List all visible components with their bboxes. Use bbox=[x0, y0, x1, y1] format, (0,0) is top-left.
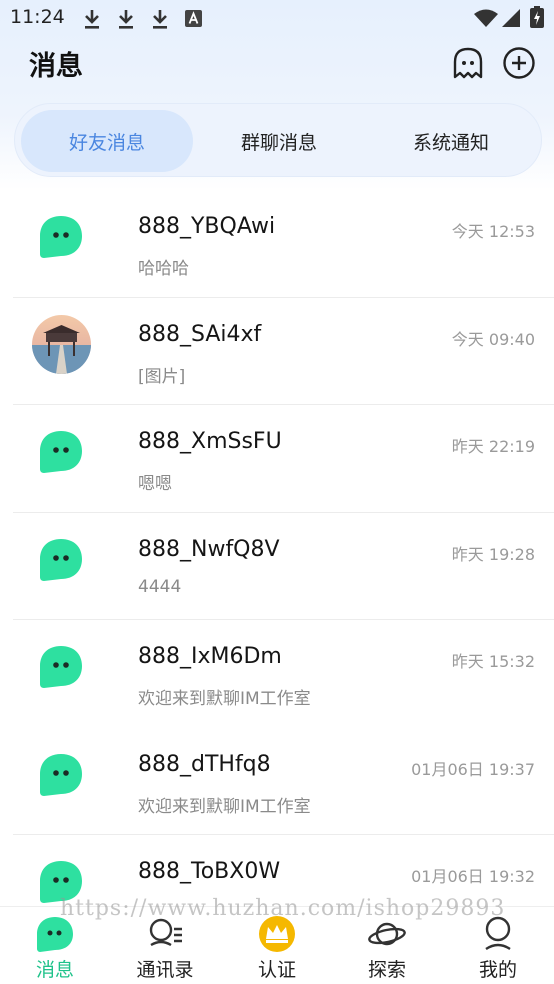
contact-name: 888_YBQAwi bbox=[138, 214, 276, 239]
message-time: 昨天 19:28 bbox=[451, 544, 535, 564]
message-list: 888_YBQAwi 哈哈哈 今天 12:53 888_SAi4xf [图片] … bbox=[0, 190, 554, 943]
nav-profile[interactable]: 我的 bbox=[453, 907, 543, 984]
download-icon bbox=[119, 10, 133, 29]
contact-name: 888_IxM6Dm bbox=[138, 644, 282, 669]
message-time: 昨天 15:32 bbox=[451, 652, 535, 671]
add-button[interactable] bbox=[502, 46, 536, 80]
chat-bubble-avatar bbox=[40, 216, 82, 258]
message-preview: [图片] bbox=[138, 366, 186, 387]
chat-bubble-avatar bbox=[40, 431, 82, 473]
list-item[interactable]: 888_NwfQ8V 4444 昨天 19:28 bbox=[0, 513, 554, 620]
message-tabs: 好友消息 群聊消息 系统通知 bbox=[14, 103, 542, 177]
message-preview: 嗯嗯 bbox=[138, 474, 172, 494]
photo-avatar bbox=[32, 314, 91, 374]
message-time: 昨天 22:19 bbox=[451, 437, 535, 456]
add-circle-icon bbox=[503, 47, 535, 79]
bottom-nav: 消息 通讯录 认证 探索 我的 bbox=[0, 906, 554, 984]
contact-name: 888_SAi4xf bbox=[138, 321, 262, 347]
chat-bubble-avatar bbox=[40, 538, 82, 581]
message-time: 01月06日 19:32 bbox=[411, 867, 535, 886]
message-preview: 欢迎来到默聊IM工作室 bbox=[138, 689, 311, 709]
status-bar: 11:24 bbox=[0, 0, 554, 36]
nav-label: 我的 bbox=[478, 959, 517, 981]
tab-friend-messages[interactable]: 好友消息 bbox=[21, 110, 193, 172]
planet-icon bbox=[368, 922, 406, 946]
download-icon bbox=[85, 10, 99, 29]
download-icon bbox=[153, 10, 167, 29]
profile-icon bbox=[485, 916, 511, 951]
battery-charging-icon bbox=[530, 6, 544, 28]
list-item[interactable]: 888_IxM6Dm 欢迎来到默聊IM工作室 昨天 15:32 bbox=[0, 620, 554, 728]
nav-label: 探索 bbox=[367, 959, 406, 981]
chat-bubble-avatar bbox=[40, 646, 82, 688]
message-preview: 欢迎来到默聊IM工作室 bbox=[138, 796, 311, 817]
list-item[interactable]: 888_XmSsFU 嗯嗯 昨天 22:19 bbox=[0, 405, 554, 513]
page-title: 消息 bbox=[29, 51, 83, 82]
nav-label: 认证 bbox=[257, 959, 296, 981]
contact-name: 888_NwfQ8V bbox=[138, 536, 280, 562]
chat-bubble-icon bbox=[37, 917, 73, 952]
status-time: 11:24 bbox=[10, 6, 65, 28]
nav-messages[interactable]: 消息 bbox=[10, 907, 100, 984]
nav-contacts[interactable]: 通讯录 bbox=[120, 907, 210, 984]
nav-label: 通讯录 bbox=[136, 959, 194, 981]
list-item[interactable]: 888_YBQAwi 哈哈哈 今天 12:53 bbox=[0, 190, 554, 298]
contacts-icon bbox=[149, 918, 182, 947]
contact-name: 888_XmSsFU bbox=[138, 429, 282, 454]
tab-system-notifications[interactable]: 系统通知 bbox=[365, 110, 537, 172]
message-time: 01月06日 19:37 bbox=[411, 759, 535, 779]
font-app-icon bbox=[185, 10, 202, 27]
chat-bubble-avatar bbox=[40, 861, 82, 903]
ghost-icon bbox=[453, 47, 483, 79]
tab-group-messages[interactable]: 群聊消息 bbox=[193, 110, 365, 172]
nav-label: 消息 bbox=[35, 959, 74, 981]
list-item[interactable]: 888_dTHfq8 欢迎来到默聊IM工作室 01月06日 19:37 bbox=[0, 728, 554, 835]
cell-signal-icon bbox=[502, 9, 520, 27]
message-preview: 4444 bbox=[138, 576, 182, 597]
nav-explore[interactable]: 探索 bbox=[342, 907, 432, 984]
contact-name: 888_ToBX0W bbox=[138, 859, 281, 884]
list-item[interactable]: 888_SAi4xf [图片] 今天 09:40 bbox=[0, 298, 554, 405]
message-time: 今天 09:40 bbox=[451, 329, 535, 349]
contact-name: 888_dTHfq8 bbox=[138, 751, 271, 777]
crown-icon bbox=[259, 916, 295, 952]
wifi-icon bbox=[474, 9, 498, 27]
chat-bubble-avatar bbox=[40, 753, 82, 796]
ghost-button[interactable] bbox=[451, 46, 485, 80]
message-preview: 哈哈哈 bbox=[138, 259, 189, 279]
nav-certification[interactable]: 认证 bbox=[232, 907, 322, 984]
message-time: 今天 12:53 bbox=[451, 222, 535, 241]
